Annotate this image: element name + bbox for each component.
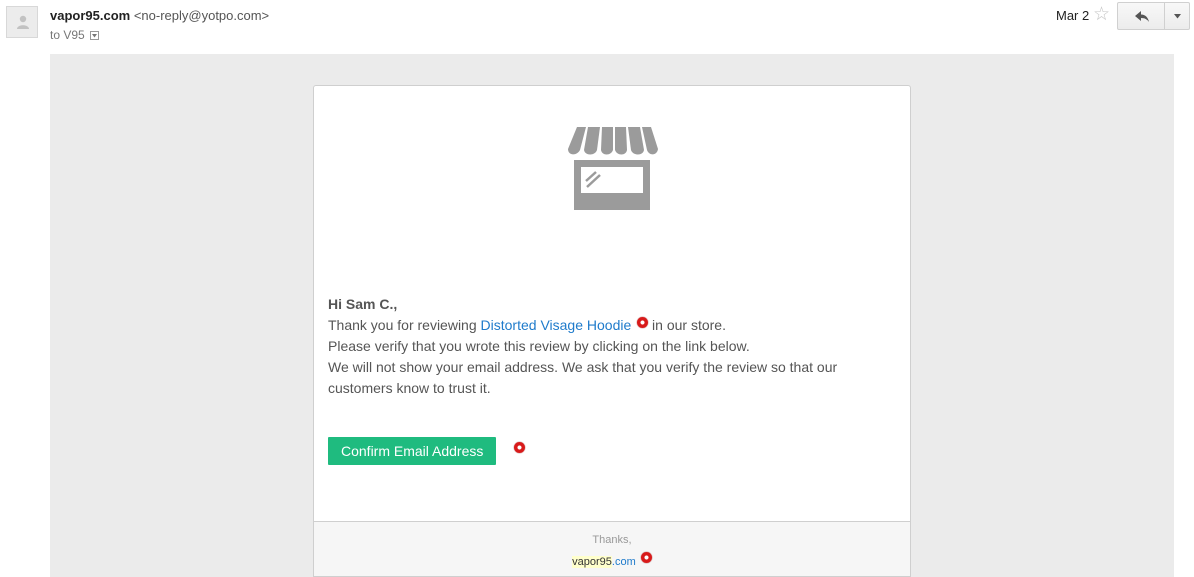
review-thanks-line: Thank you for reviewing Distorted Visage…	[328, 315, 868, 336]
email-footer: Thanks, vapor95.com	[313, 521, 911, 577]
confirm-email-button[interactable]: Confirm Email Address	[328, 437, 497, 465]
email-card: Hi Sam C., Thank you for reviewing Disto…	[313, 85, 911, 577]
red-dot-icon	[640, 552, 652, 563]
sender-avatar[interactable]	[6, 6, 38, 38]
sender-address: <no-reply@yotpo.com>	[133, 8, 270, 23]
show-details-dropdown[interactable]	[89, 30, 99, 40]
product-link[interactable]: Distorted Visage Hoodie	[481, 317, 632, 333]
privacy-note: We will not show your email address. We …	[328, 359, 838, 396]
caret-down-icon	[1174, 14, 1181, 19]
sender-line: vapor95.com <no-reply@yotpo.com>	[50, 8, 269, 23]
greeting: Hi Sam C.,	[328, 296, 398, 312]
chevron-down-icon	[91, 33, 97, 37]
person-icon	[17, 15, 29, 29]
verify-instruction: Please verify that you wrote this review…	[328, 338, 750, 354]
more-options-button[interactable]	[1164, 2, 1190, 30]
footer-site-tld: .com	[611, 556, 636, 568]
email-message: Hi Sam C., Thank you for reviewing Disto…	[328, 294, 868, 399]
red-dot-icon	[637, 317, 649, 328]
reply-arrow-icon	[1135, 11, 1149, 22]
recipient-label: to V95	[50, 28, 85, 42]
recipient-line: to V95	[50, 28, 99, 42]
footer-site-link[interactable]: vapor95.com	[314, 552, 910, 568]
email-date: Mar 2	[1056, 8, 1090, 23]
red-dot-icon	[514, 442, 525, 453]
storefront-icon	[568, 127, 658, 210]
thanks-suffix: in our store.	[648, 317, 726, 333]
thanks-prefix: Thank you for reviewing	[328, 317, 481, 333]
footer-site-name: vapor95	[572, 556, 612, 568]
footer-thanks: Thanks,	[592, 534, 632, 546]
reply-button[interactable]	[1117, 2, 1165, 30]
star-icon[interactable]: ☆	[1093, 5, 1110, 25]
sender-name[interactable]: vapor95.com	[50, 8, 130, 23]
